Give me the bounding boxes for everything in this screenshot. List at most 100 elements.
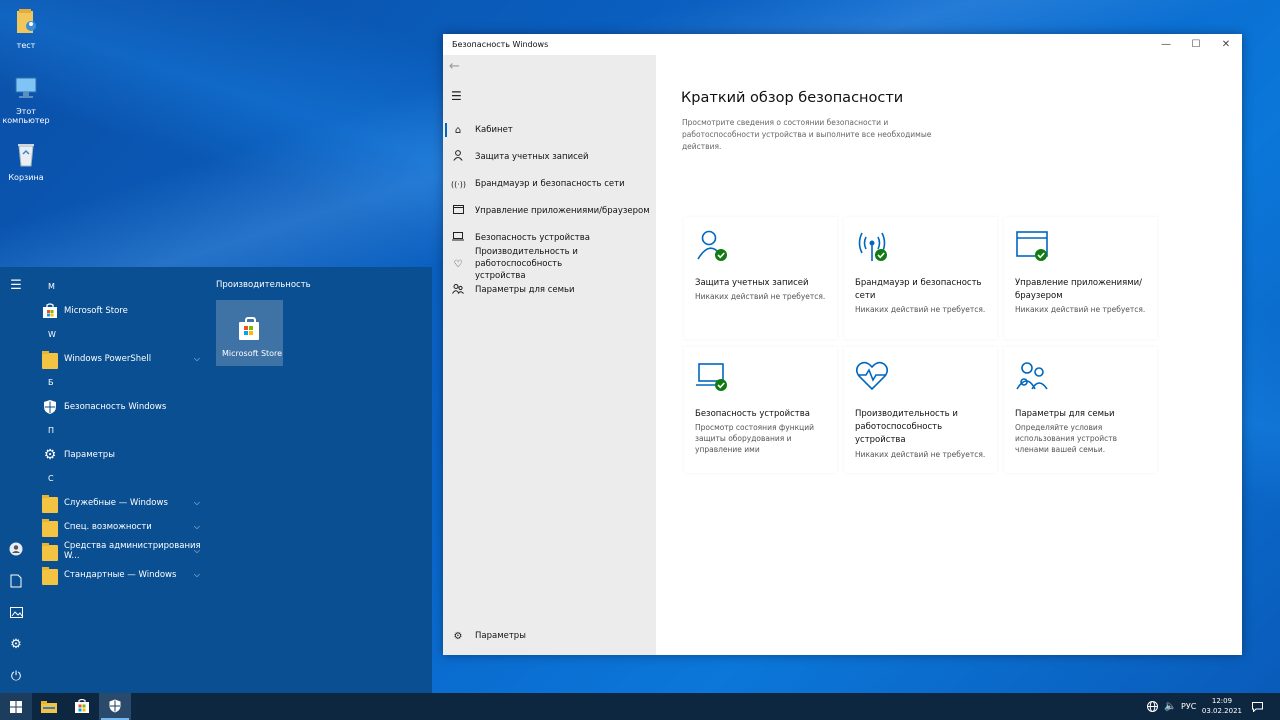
card-title: Параметры для семьи (1015, 409, 1115, 419)
windows-security-window: Безопасность Windows — ☐ ✕ ← ☰ ⌂ Кабинет… (443, 34, 1242, 655)
nav-label: Безопасность устройства (475, 233, 590, 243)
sidebar: ← ☰ ⌂ Кабинет Защита учетных записей ((·… (443, 55, 656, 655)
home-icon: ⌂ (454, 124, 462, 136)
tile-label: Microsoft Store (222, 349, 283, 358)
nav-label: Кабинет (475, 125, 513, 135)
clock[interactable]: 12:09 03.02.2021 (1202, 696, 1242, 716)
family-options-icon (1016, 362, 1048, 390)
nav-item-settings[interactable]: ⚙ Параметры (443, 623, 656, 649)
hamburger-menu-icon[interactable]: ☰ (451, 89, 462, 103)
card-title: Защита учетных записей (695, 278, 809, 288)
desktop-icon-recycle-bin[interactable]: Корзина (0, 140, 52, 182)
app-windows-security[interactable]: Безопасность Windows (36, 395, 206, 419)
app-microsoft-store[interactable]: Microsoft Store (36, 299, 206, 323)
chevron-down-icon: ⌵ (193, 546, 200, 555)
card-title: Управление приложениями/браузером (1015, 278, 1143, 301)
user-folder-icon (17, 9, 36, 33)
app-folder-accessories[interactable]: Стандартные — Windows ⌵ (36, 563, 206, 587)
app-list: M Microsoft Store W Windows PowerShell ⌵… (36, 275, 206, 587)
gear-icon: ⚙ (453, 630, 463, 642)
close-button[interactable]: ✕ (1211, 37, 1241, 53)
card-account-protection[interactable]: Защита учетных записей Никаких действий … (684, 217, 837, 339)
tile-microsoft-store[interactable]: Microsoft Store (216, 300, 283, 366)
page-title: Краткий обзор безопасности (681, 90, 904, 106)
chevron-down-icon: ⌵ (193, 570, 200, 579)
shield-icon (44, 400, 56, 414)
windows-logo-icon (10, 701, 22, 713)
window-title: Безопасность Windows (452, 40, 549, 49)
card-device-security[interactable]: Безопасность устройства Просмотр состоян… (684, 347, 837, 473)
letter-header[interactable]: M (36, 275, 206, 299)
letter-header[interactable]: Б (36, 371, 206, 395)
taskbar-microsoft-store[interactable] (66, 693, 98, 720)
app-folder-admin-tools[interactable]: Средства администрирования W... ⌵ (36, 539, 206, 563)
folder-icon (42, 494, 58, 513)
nav-item-account-protection[interactable]: Защита учетных записей (443, 144, 656, 170)
title-bar[interactable]: Безопасность Windows — ☐ ✕ (443, 34, 1242, 55)
app-label: Windows PowerShell (64, 354, 152, 364)
page-description: Просмотрите сведения о состоянии безопас… (682, 118, 932, 151)
notifications-icon[interactable] (1252, 693, 1263, 720)
taskbar-file-explorer[interactable] (33, 693, 65, 720)
network-icon[interactable] (1147, 693, 1158, 720)
taskbar-windows-security[interactable] (99, 693, 131, 720)
app-windows-powershell[interactable]: Windows PowerShell ⌵ (36, 347, 206, 371)
back-arrow-icon[interactable]: ← (449, 59, 460, 74)
user-avatar-icon[interactable] (6, 539, 26, 559)
documents-icon[interactable] (6, 571, 26, 591)
folder-icon (42, 566, 58, 585)
card-device-performance[interactable]: Производительность и работоспособность у… (844, 347, 997, 473)
card-status: Никаких действий не требуется. (855, 450, 986, 459)
app-label: Средства администрирования W... (64, 541, 201, 561)
power-icon[interactable]: ⏻ (6, 667, 26, 687)
app-folder-accessories-system[interactable]: Служебные — Windows ⌵ (36, 491, 206, 515)
device-security-icon (696, 363, 727, 391)
maximize-button[interactable]: ☐ (1181, 37, 1211, 53)
card-family-options[interactable]: Параметры для семьи Определяйте условия … (1004, 347, 1157, 473)
card-app-browser-control[interactable]: Управление приложениями/браузером Никаки… (1004, 217, 1157, 339)
nav-item-home[interactable]: ⌂ Кабинет (443, 117, 656, 143)
desktop-icon-test[interactable]: тест (0, 8, 52, 50)
nav-item-app-browser-control[interactable]: Управление приложениями/браузером (443, 198, 656, 224)
language-indicator[interactable]: РУС (1181, 693, 1196, 720)
card-title: Производительность и работоспособность у… (855, 409, 958, 445)
tiles-group-title[interactable]: Производительность (216, 280, 311, 290)
desktop-icon-this-pc[interactable]: Этот компьютер (0, 74, 52, 125)
start-button[interactable] (0, 693, 32, 720)
card-title: Безопасность устройства (695, 409, 810, 419)
card-title: Брандмауэр и безопасность сети (855, 278, 982, 301)
app-browser-icon (1016, 231, 1048, 261)
nav-label: Параметры для семьи (475, 285, 575, 295)
settings-gear-icon[interactable]: ⚙ (6, 635, 26, 655)
nav-label: Защита учетных записей (475, 152, 589, 162)
card-status: Никаких действий не требуется. (695, 292, 826, 301)
app-settings[interactable]: ⚙ Параметры (36, 443, 206, 467)
clock-date: 03.02.2021 (1201, 707, 1242, 715)
nav-item-family-options[interactable]: Параметры для семьи (443, 277, 656, 303)
chevron-down-icon: ⌵ (193, 522, 200, 531)
minimize-button[interactable]: — (1151, 37, 1181, 53)
letter-header[interactable]: П (36, 419, 206, 443)
card-status: Никаких действий не требуется. (1015, 305, 1146, 314)
app-label: Служебные — Windows (64, 498, 168, 508)
letter-header[interactable]: W (36, 323, 206, 347)
hamburger-menu-icon[interactable]: ☰ (6, 276, 26, 296)
heart-icon: ♡ (453, 258, 463, 270)
card-status: Определяйте условия использования устрой… (1015, 423, 1118, 454)
file-explorer-icon (41, 701, 57, 713)
app-label: Стандартные — Windows (64, 570, 177, 580)
family-icon (451, 283, 465, 297)
card-firewall[interactable]: Брандмауэр и безопасность сети Никаких д… (844, 217, 997, 339)
nav-item-device-performance[interactable]: ♡ Производительность и работоспособность… (443, 247, 656, 281)
nav-item-firewall[interactable]: ((·)) Брандмауэр и безопасность сети (443, 171, 656, 197)
app-folder-accessibility[interactable]: Спец. возможности ⌵ (36, 515, 206, 539)
clock-time: 12:09 (1211, 697, 1233, 705)
pictures-icon[interactable] (6, 603, 26, 623)
folder-icon (42, 350, 58, 369)
volume-icon[interactable]: 🔈 (1164, 693, 1176, 720)
recycle-bin-icon (18, 144, 34, 167)
taskbar: 🔈 РУС 12:09 03.02.2021 (0, 693, 1280, 720)
store-icon (75, 699, 89, 713)
folder-icon (42, 518, 58, 537)
letter-header[interactable]: С (36, 467, 206, 491)
